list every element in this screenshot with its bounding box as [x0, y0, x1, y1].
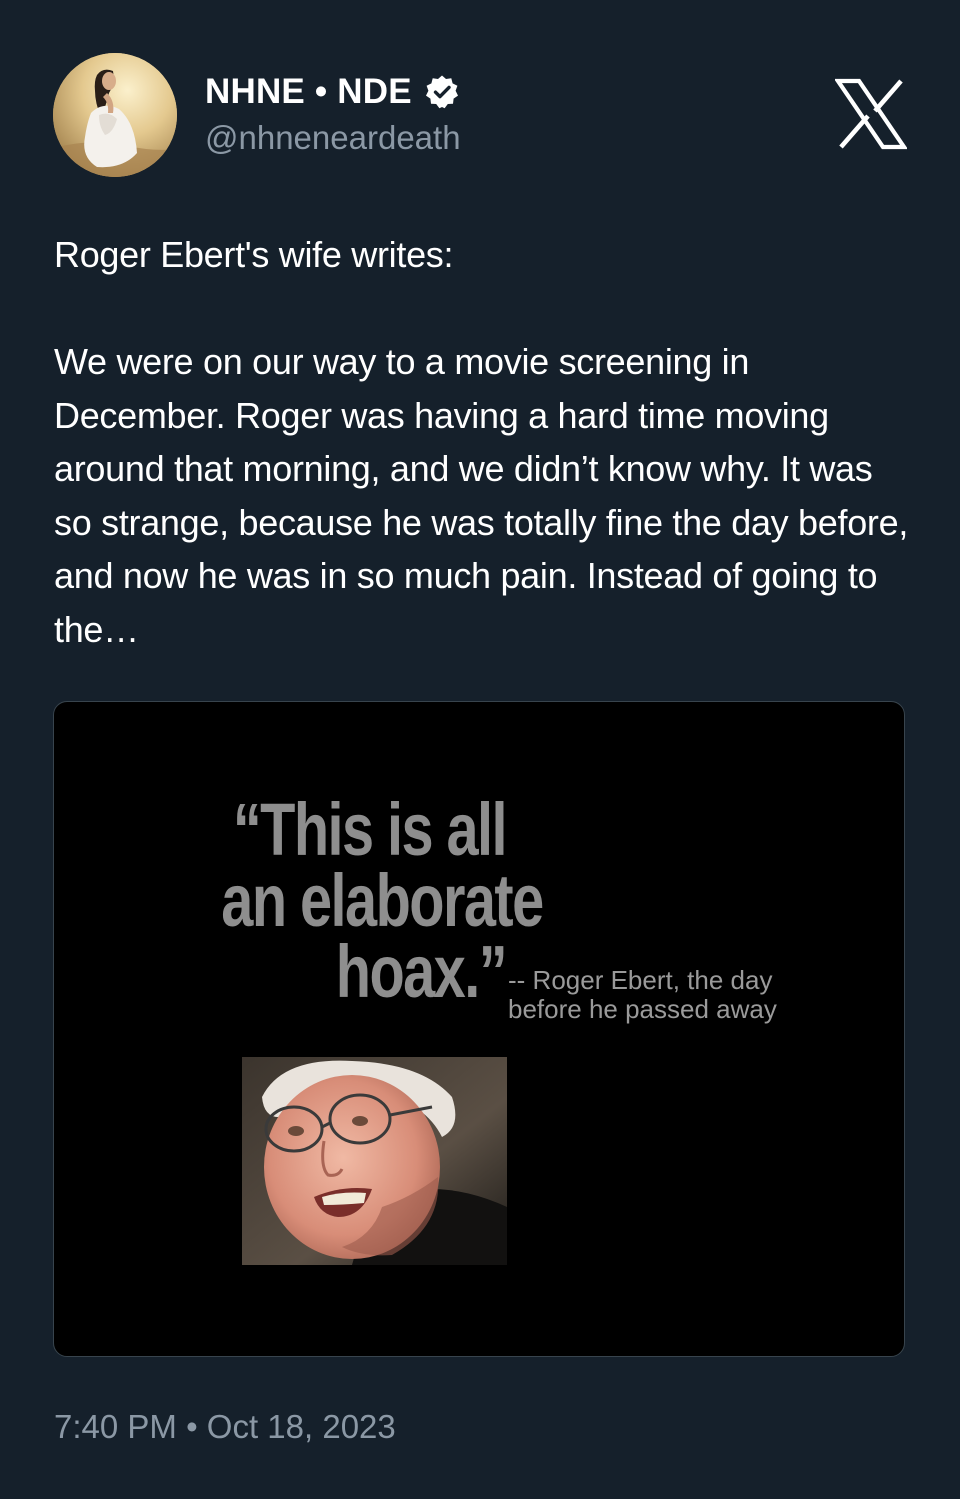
tweet-media-image[interactable]: “This is all an elaborate hoax.” -- Roge… [53, 701, 905, 1357]
portrait-photo [242, 1057, 507, 1265]
avatar-image [53, 53, 177, 177]
author-display-name[interactable]: NHNE • NDE [205, 72, 412, 112]
tweet-timestamp[interactable]: 7:40 PM • Oct 18, 2023 [54, 1408, 396, 1446]
author-handle[interactable]: @nhneneardeath [205, 119, 461, 157]
tweet-text: Roger Ebert's wife writes: We were on ou… [54, 234, 909, 650]
quote-text: “This is all an elaborate hoax.” [221, 788, 544, 1013]
verified-badge-icon [424, 74, 460, 110]
quote-attribution: -- Roger Ebert, the day before he passed… [508, 965, 777, 1024]
tweet-card: NHNE • NDE @nhneneardeath Roger Ebert's … [0, 0, 960, 1499]
author-name-row[interactable]: NHNE • NDE [205, 70, 460, 114]
quote-block: “This is all an elaborate hoax.” [141, 788, 544, 1013]
author-avatar[interactable] [53, 53, 177, 177]
x-logo-icon[interactable] [834, 78, 908, 150]
